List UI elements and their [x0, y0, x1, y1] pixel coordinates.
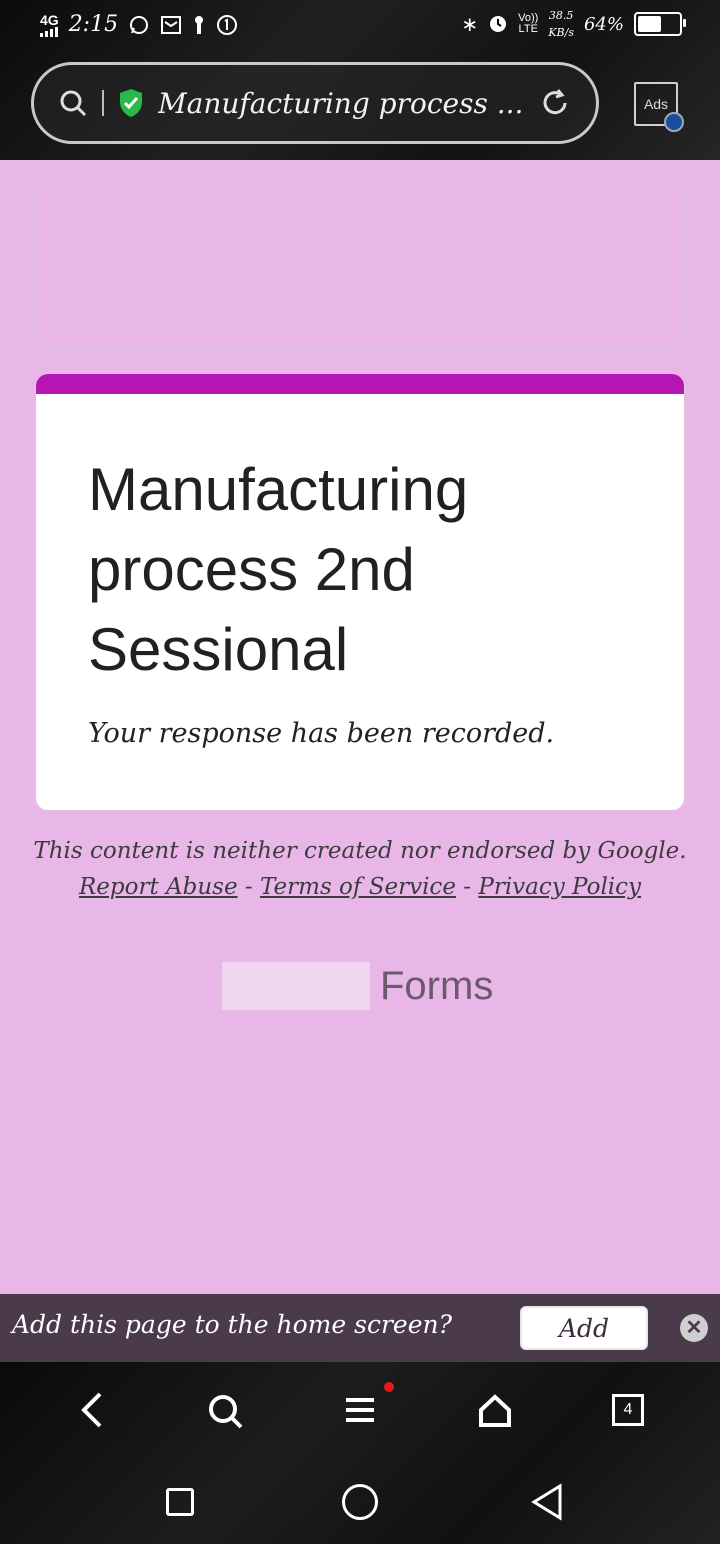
- menu-icon[interactable]: [342, 1392, 378, 1428]
- google-disclaimer: This content is neither created nor endo…: [33, 838, 687, 864]
- reload-icon[interactable]: [538, 86, 572, 120]
- speed-value: 38.5: [548, 9, 574, 22]
- status-bar-left: 4G 2:15: [40, 12, 238, 37]
- google-logo[interactable]: [222, 962, 370, 1010]
- home-icon[interactable]: [476, 1392, 514, 1430]
- volte-indicator: Vo)) LTE: [518, 13, 538, 35]
- status-bar-right: ∗ Vo)) LTE 38.5 KB/s 64%: [461, 10, 686, 38]
- terms-of-service-link[interactable]: Terms of Service: [260, 874, 456, 900]
- prompt-text: Add this page to the home screen?: [12, 1310, 452, 1339]
- address-bar-divider: [102, 90, 104, 116]
- mail-notification-icon: [161, 15, 182, 34]
- form-title: Manufacturing process 2nd Sessional: [88, 456, 469, 683]
- forms-label[interactable]: Forms: [380, 962, 493, 1010]
- ad-placeholder: [34, 184, 686, 350]
- network-speed: 38.5 KB/s: [548, 10, 574, 38]
- speed-unit: KB/s: [548, 26, 574, 39]
- form-confirmation-card: Manufacturing process 2nd Sessional Your…: [36, 374, 684, 810]
- privacy-policy-link[interactable]: Privacy Policy: [478, 874, 641, 900]
- menu-notification-dot: [384, 1382, 394, 1392]
- back-icon[interactable]: [76, 1390, 106, 1430]
- browser-top-bar: 4G 2:15 ∗ Vo)) LTE 38.5 KB/s 64% Manufac…: [0, 0, 720, 160]
- search-icon[interactable]: [58, 88, 88, 118]
- clock: 2:15: [68, 12, 119, 37]
- system-back-icon[interactable]: [530, 1482, 564, 1522]
- ad-block-icon: [664, 112, 684, 132]
- tabs-icon[interactable]: 4: [612, 1394, 644, 1426]
- recent-apps-icon[interactable]: [166, 1488, 194, 1516]
- close-prompt-icon[interactable]: ✕: [680, 1314, 708, 1342]
- link-separator: -: [463, 874, 472, 900]
- network-label: 4G: [40, 11, 59, 28]
- network-indicator: 4G: [40, 13, 59, 37]
- whatsapp-icon: [130, 15, 149, 34]
- search-nav-icon[interactable]: [206, 1392, 246, 1432]
- volte-bottom-label: LTE: [518, 23, 538, 35]
- ads-label: Ads: [643, 96, 669, 112]
- tab-count: 4: [623, 1401, 633, 1418]
- keyhole-icon: [195, 15, 204, 34]
- confirmation-message: Your response has been recorded.: [88, 718, 555, 749]
- report-abuse-link[interactable]: Report Abuse: [79, 874, 238, 900]
- bottom-navigation: 4: [0, 1362, 720, 1544]
- bluetooth-icon: ∗: [461, 13, 479, 36]
- system-home-icon[interactable]: [342, 1484, 378, 1520]
- alarm-icon: [490, 16, 507, 32]
- one-app-icon: [217, 14, 238, 35]
- add-to-home-prompt: Add this page to the home screen? Add: [0, 1294, 720, 1362]
- page-title-in-address-bar[interactable]: Manufacturing process ...: [158, 87, 524, 120]
- add-button[interactable]: Add: [520, 1306, 648, 1350]
- security-shield-icon: [120, 89, 142, 117]
- card-accent-bar: [36, 374, 684, 394]
- address-bar[interactable]: Manufacturing process ...: [31, 62, 599, 144]
- battery-percent: 64%: [583, 13, 624, 35]
- link-separator: -: [244, 874, 253, 900]
- ad-block-button[interactable]: Ads: [634, 82, 684, 132]
- footer-links: Report Abuse - Terms of Service - Privac…: [0, 874, 720, 900]
- signal-icon: [40, 26, 58, 37]
- battery-icon: [634, 12, 686, 36]
